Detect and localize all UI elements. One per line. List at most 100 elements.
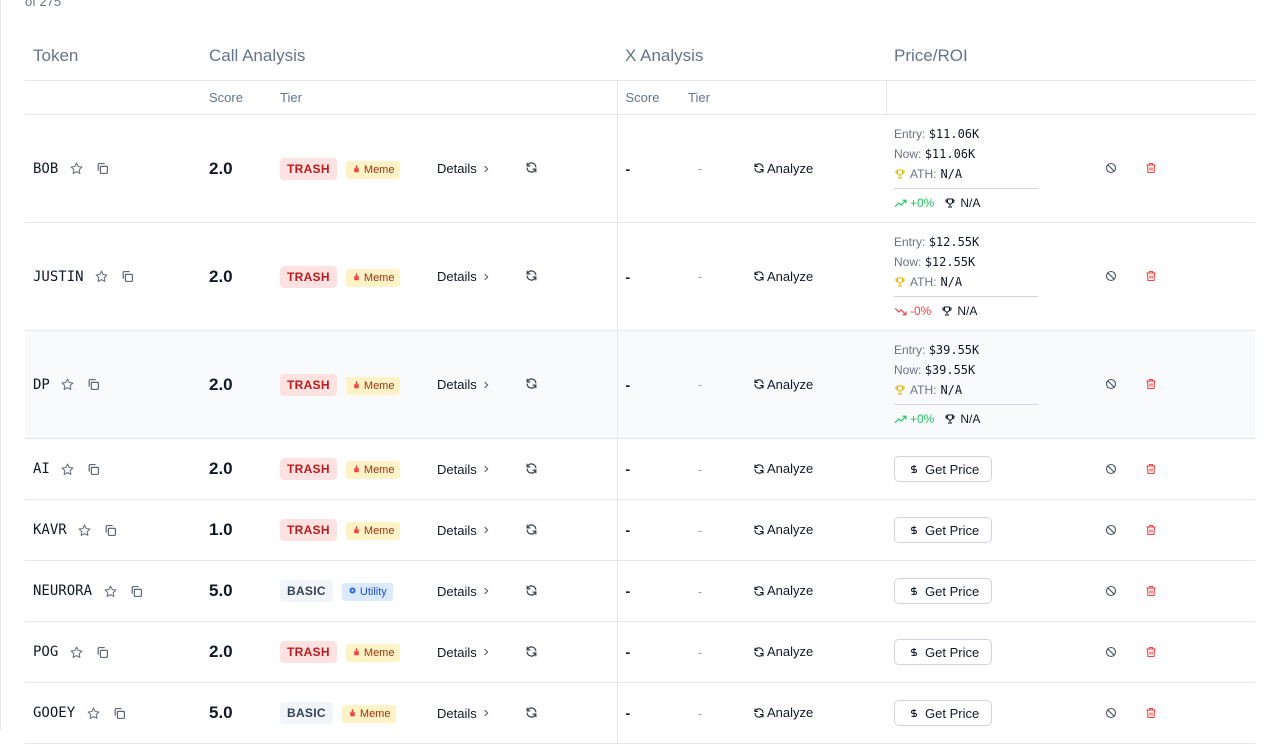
token-symbol: BOB (33, 160, 59, 177)
subheader-x-tier: Tier (688, 80, 886, 115)
block-icon[interactable] (1103, 268, 1119, 284)
price-summary: Entry: $12.55K Now: $12.55K ATH: N/A -0%… (894, 232, 1038, 321)
details-button[interactable]: Details (437, 377, 491, 393)
x-score: - (625, 376, 631, 393)
block-icon[interactable] (1103, 522, 1119, 538)
category-badge: Utility (341, 583, 393, 601)
delete-icon[interactable] (1143, 522, 1159, 538)
analyze-button[interactable]: Analyze (753, 705, 813, 721)
star-icon[interactable] (85, 705, 101, 721)
get-price-button[interactable]: Get Price (894, 700, 993, 726)
copy-icon[interactable] (94, 161, 110, 177)
block-icon[interactable] (1103, 644, 1119, 660)
call-score: 2.0 (209, 158, 233, 178)
call-score: 2.0 (209, 459, 233, 478)
star-icon[interactable] (102, 583, 118, 599)
refresh-icon[interactable] (523, 376, 539, 392)
delete-icon[interactable] (1143, 583, 1159, 599)
get-price-button[interactable]: Get Price (894, 639, 993, 665)
category-badge: Meme (345, 461, 401, 479)
copy-icon[interactable] (86, 461, 102, 477)
entry-price: $11.06K (928, 127, 980, 141)
refresh-icon[interactable] (523, 268, 539, 284)
token-symbol: DP (33, 376, 50, 393)
dollar-icon (909, 705, 919, 721)
block-icon[interactable] (1103, 461, 1119, 477)
category-badge: Meme (345, 376, 401, 395)
analyze-button[interactable]: Analyze (753, 644, 813, 660)
block-icon[interactable] (1103, 583, 1119, 599)
delete-icon[interactable] (1143, 376, 1159, 392)
analyze-button[interactable]: Analyze (753, 583, 813, 599)
price-summary: Entry: $11.06K Now: $11.06K ATH: N/A +0%… (894, 124, 1038, 213)
roi-value: +0% (894, 193, 934, 213)
details-button[interactable]: Details (437, 269, 491, 285)
block-icon[interactable] (1103, 160, 1119, 176)
star-icon[interactable] (68, 644, 84, 660)
subheader-x-score: Score (616, 80, 688, 115)
copy-icon[interactable] (86, 377, 102, 393)
token-symbol: GOOEY (33, 705, 76, 721)
analyze-button[interactable]: Analyze (753, 376, 813, 392)
details-button[interactable]: Details (437, 705, 491, 721)
block-icon[interactable] (1103, 705, 1119, 721)
copy-icon[interactable] (94, 644, 110, 660)
analyze-button[interactable]: Analyze (753, 160, 813, 176)
copy-icon[interactable] (111, 705, 127, 721)
trophy-icon (944, 411, 956, 427)
tier-badge: BASIC (280, 580, 333, 602)
tier-badge: TRASH (280, 519, 337, 541)
chevron-right-icon (481, 644, 491, 660)
analyze-button[interactable]: Analyze (753, 522, 813, 538)
analyze-button[interactable]: Analyze (753, 268, 813, 284)
delete-icon[interactable] (1143, 705, 1159, 721)
refresh-icon[interactable] (523, 160, 539, 176)
copy-icon[interactable] (128, 583, 144, 599)
analyze-button[interactable]: Analyze (753, 461, 813, 477)
chevron-right-icon (481, 377, 491, 393)
table-row: NEURORA 5.0 BASIC Utility Details - - An… (25, 560, 1256, 622)
price-summary: Entry: $39.55K Now: $39.55K ATH: N/A +0%… (894, 340, 1038, 429)
refresh-icon[interactable] (523, 643, 539, 659)
details-button[interactable]: Details (437, 461, 491, 477)
details-button[interactable]: Details (437, 522, 491, 538)
delete-icon[interactable] (1143, 644, 1159, 660)
refresh-icon[interactable] (523, 460, 539, 476)
call-score: 5.0 (209, 703, 233, 722)
star-icon[interactable] (60, 377, 76, 393)
copy-icon[interactable] (120, 269, 136, 285)
trophy-icon (944, 195, 956, 211)
x-tier: - (698, 161, 703, 176)
roi-value: -0% (894, 301, 931, 321)
get-price-button[interactable]: Get Price (894, 456, 993, 482)
ath-price: N/A (940, 383, 963, 397)
star-icon[interactable] (94, 269, 110, 285)
star-icon[interactable] (68, 161, 84, 177)
current-price: $39.55K (924, 363, 976, 377)
copy-icon[interactable] (103, 522, 119, 538)
x-score: - (625, 583, 631, 599)
refresh-icon[interactable] (523, 582, 539, 598)
rocket-icon (352, 380, 361, 392)
delete-icon[interactable] (1143, 268, 1159, 284)
refresh-icon[interactable] (523, 521, 539, 537)
x-score: - (625, 522, 631, 538)
tier-badge: TRASH (280, 373, 337, 396)
get-price-button[interactable]: Get Price (894, 578, 993, 604)
block-icon[interactable] (1103, 376, 1119, 392)
details-button[interactable]: Details (437, 161, 491, 177)
dollar-icon (909, 522, 919, 538)
header-x-analysis: X Analysis (617, 32, 886, 81)
rocket-icon (352, 464, 361, 476)
refresh-icon[interactable] (523, 704, 539, 720)
delete-icon[interactable] (1143, 160, 1159, 176)
get-price-button[interactable]: Get Price (894, 517, 993, 543)
details-button[interactable]: Details (437, 583, 491, 599)
subheader-call-tier: Tier (280, 80, 617, 115)
refresh-icon (753, 268, 765, 284)
star-icon[interactable] (77, 522, 93, 538)
x-score: - (625, 644, 631, 660)
delete-icon[interactable] (1143, 461, 1159, 477)
star-icon[interactable] (60, 461, 76, 477)
details-button[interactable]: Details (437, 644, 491, 660)
